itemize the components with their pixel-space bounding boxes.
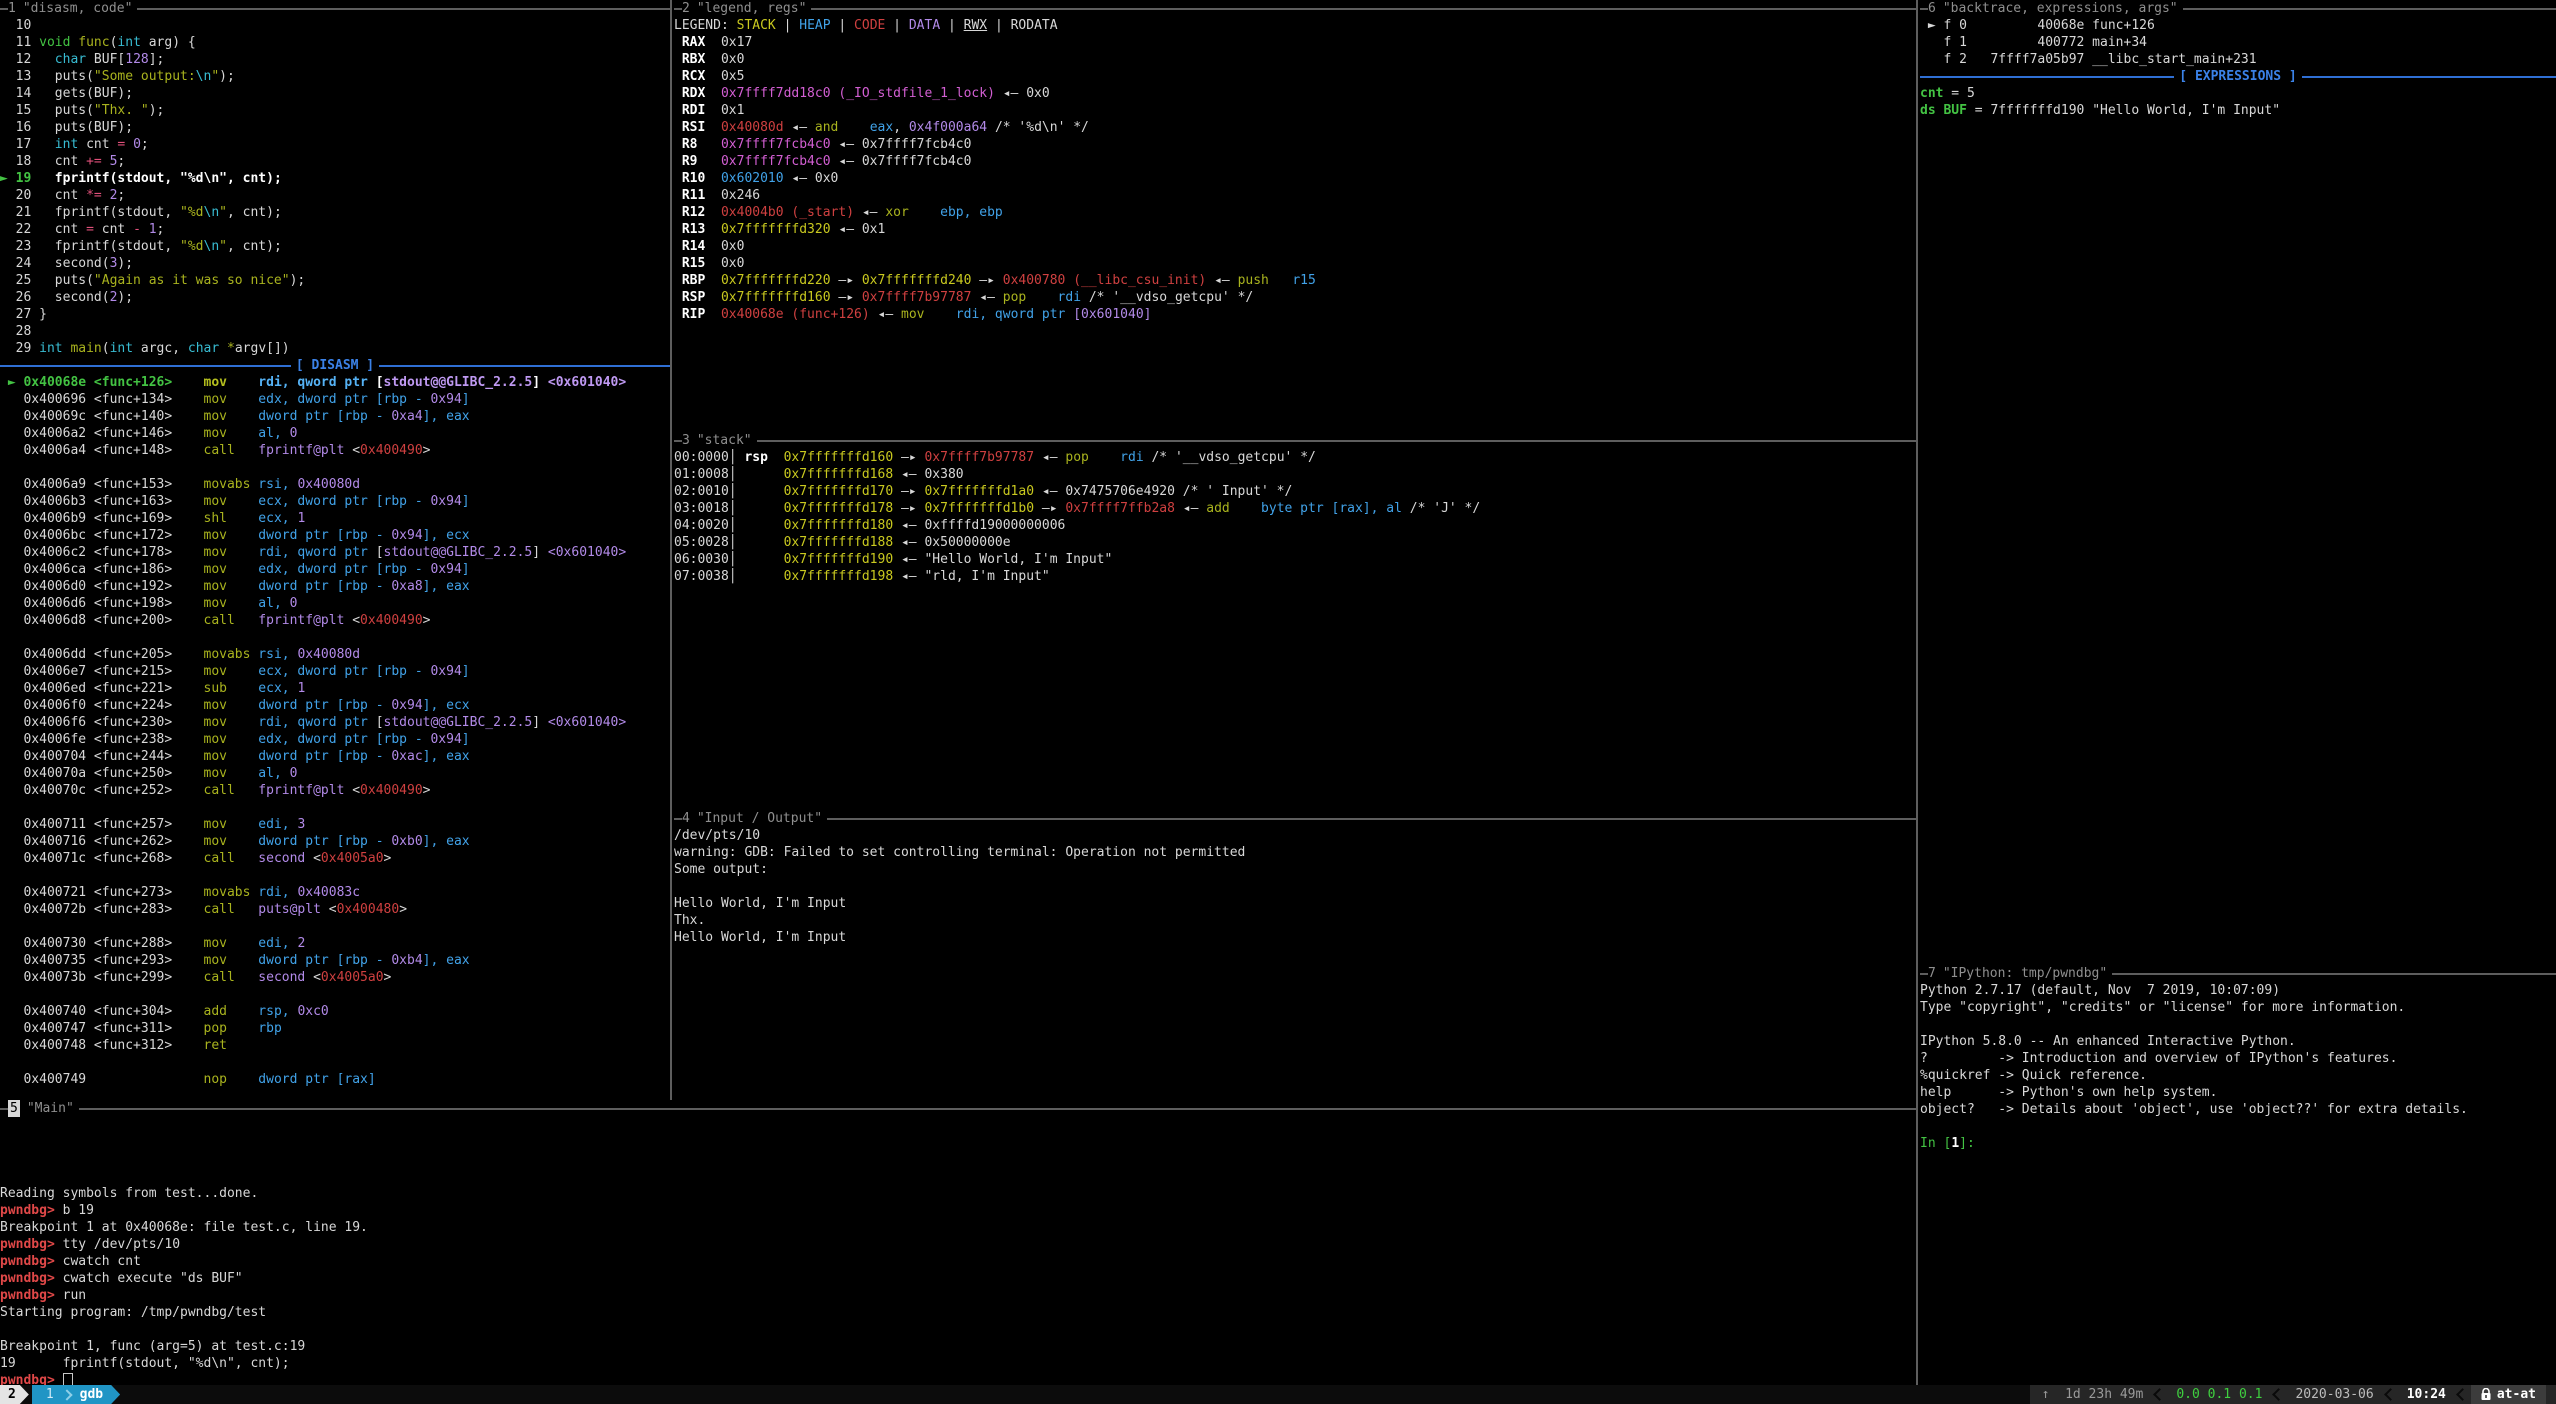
pane-border-vertical-left[interactable] xyxy=(670,0,672,1100)
pane-title-text: "legend, regs" xyxy=(697,0,807,17)
chevron-left-icon xyxy=(2153,1388,2166,1401)
pane-title-text: "IPython: tmp/pwndbg" xyxy=(1943,965,2107,982)
pane-title-text: "Main" xyxy=(27,1100,74,1117)
backtrace-listing[interactable]: ► f 0 40068e func+126 f 1 400772 main+34… xyxy=(1920,17,2556,68)
pane-border-vertical-right[interactable] xyxy=(1916,0,1918,1385)
pane-index: 6 xyxy=(1928,0,1936,17)
pane-index: 7 xyxy=(1928,965,1936,982)
pane-index-active: 5 xyxy=(8,1100,20,1117)
pane-input-output[interactable]: 4 "Input / Output" /dev/pts/10warning: GD… xyxy=(674,810,1916,1100)
chevron-left-icon xyxy=(2273,1388,2286,1401)
expressions-section-separator: [ EXPRESSIONS ] xyxy=(1920,68,2556,85)
hostname-segment: at-at xyxy=(2471,1385,2546,1404)
program-io-output[interactable]: /dev/pts/10warning: GDB: Failed to set c… xyxy=(674,827,1916,946)
chevron-left-icon xyxy=(2384,1388,2397,1401)
tmux-status-bar: 2 1 gdb ↑ 1d 23h 49m 0.0 0.1 0.1 2020-03… xyxy=(0,1385,2556,1404)
status-date: 2020-03-06 xyxy=(2287,1386,2381,1403)
window-index-chip[interactable]: 2 xyxy=(0,1385,29,1404)
uptime-indicator: ↑ 1d 23h 49m xyxy=(2034,1386,2152,1403)
pane-index: 1 xyxy=(8,0,16,17)
pane-title-stack: 3 "stack" xyxy=(674,432,1916,449)
pane-ipython[interactable]: 7 "IPython: tmp/pwndbg" Python 2.7.17 (de… xyxy=(1920,965,2556,1385)
pane-title-backtrace: 6 "backtrace, expressions, args" xyxy=(1920,0,2556,17)
pane-index: 2 xyxy=(682,0,690,17)
uptime-value: 1d 23h 49m xyxy=(2065,1387,2143,1402)
uptime-arrow-icon: ↑ xyxy=(2042,1387,2050,1402)
source-code-listing[interactable]: 10 11 void func(int arg) { 12 char BUF[1… xyxy=(0,17,670,357)
pane-title-text: "disasm, code" xyxy=(23,0,133,17)
pane-title-text: "stack" xyxy=(697,432,752,449)
pane-index: 4 xyxy=(682,810,690,827)
expressions-section-label: [ EXPRESSIONS ] xyxy=(2174,68,2301,85)
chevron-left-icon xyxy=(2456,1388,2469,1401)
disassembly-listing[interactable]: ► 0x40068e <func+126> mov rdi, qword ptr… xyxy=(0,374,670,1088)
pane-main-gdb[interactable]: 5 "Main" Reading symbols from test...done… xyxy=(0,1100,1916,1385)
pane-backtrace-expressions[interactable]: 6 "backtrace, expressions, args" ► f 0 40… xyxy=(1920,0,2556,965)
lock-icon xyxy=(2481,1388,2491,1401)
load-average: 0.0 0.1 0.1 xyxy=(2168,1386,2270,1403)
window-name: gdb xyxy=(80,1386,103,1403)
disasm-section-separator: [ DISASM ] xyxy=(0,357,670,374)
disasm-section-label: [ DISASM ] xyxy=(291,357,379,374)
window-index: 2 xyxy=(8,1386,16,1403)
tmux-terminal: 1 "disasm, code" 10 11 void func(int arg)… xyxy=(0,0,2556,1404)
gdb-transcript[interactable]: Reading symbols from test...done.pwndbg>… xyxy=(0,1117,1916,1385)
registers-listing[interactable]: LEGEND: STACK | HEAP | CODE | DATA | RWX… xyxy=(674,17,1916,323)
watch-expressions-listing[interactable]: cnt = 5ds BUF = 7fffffffd190 "Hello Worl… xyxy=(1920,85,2556,119)
pane-disasm-code[interactable]: 1 "disasm, code" 10 11 void func(int arg)… xyxy=(0,0,670,1100)
ipython-console[interactable]: Python 2.7.17 (default, Nov 7 2019, 10:0… xyxy=(1920,982,2556,1152)
pane-title-disasm-code: 1 "disasm, code" xyxy=(0,0,670,17)
status-time: 10:24 xyxy=(2399,1386,2454,1403)
chevron-right-icon xyxy=(61,1389,72,1400)
stack-listing[interactable]: 00:0000│ rsp 0x7fffffffd160 —▸ 0x7ffff7b… xyxy=(674,449,1916,585)
pane-title-text: "Input / Output" xyxy=(697,810,822,827)
pane-title-ipython: 7 "IPython: tmp/pwndbg" xyxy=(1920,965,2556,982)
pane-legend-regs[interactable]: 2 "legend, regs" LEGEND: STACK | HEAP | C… xyxy=(674,0,1916,432)
pane-index: 3 xyxy=(682,432,690,449)
session-index: 1 xyxy=(46,1386,54,1403)
pane-title-legend-regs: 2 "legend, regs" xyxy=(674,0,1916,17)
pane-title-text: "backtrace, expressions, args" xyxy=(1943,0,2178,17)
pane-title-main: 5 "Main" xyxy=(0,1100,1916,1117)
session-window-chip[interactable]: 1 gdb xyxy=(32,1385,120,1404)
pane-stack[interactable]: 3 "stack" 00:0000│ rsp 0x7fffffffd160 —▸ … xyxy=(674,432,1916,810)
pane-title-input-output: 4 "Input / Output" xyxy=(674,810,1916,827)
hostname: at-at xyxy=(2497,1386,2536,1403)
status-right: ↑ 1d 23h 49m 0.0 0.1 0.1 2020-03-06 10:2… xyxy=(2030,1385,2556,1404)
